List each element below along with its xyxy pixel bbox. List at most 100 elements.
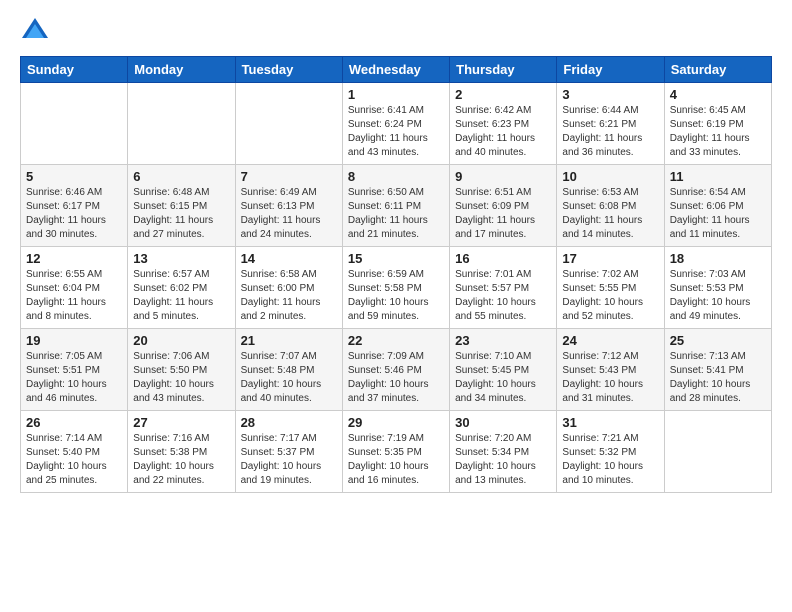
page: SundayMondayTuesdayWednesdayThursdayFrid… (0, 0, 792, 612)
day-number: 4 (670, 87, 766, 102)
day-cell-18: 18 Sunrise: 7:03 AM Sunset: 5:53 PM Dayli… (664, 247, 771, 329)
weekday-header-monday: Monday (128, 57, 235, 83)
week-row-3: 12 Sunrise: 6:55 AM Sunset: 6:04 PM Dayli… (21, 247, 772, 329)
day-info: Sunrise: 6:57 AM Sunset: 6:02 PM Dayligh… (133, 268, 229, 324)
day-cell-8: 8 Sunrise: 6:50 AM Sunset: 6:11 PM Daylig… (342, 165, 449, 247)
day-number: 31 (562, 415, 658, 430)
day-info: Sunrise: 6:42 AM Sunset: 6:23 PM Dayligh… (455, 104, 551, 160)
day-number: 3 (562, 87, 658, 102)
day-cell-31: 31 Sunrise: 7:21 AM Sunset: 5:32 PM Dayli… (557, 411, 664, 493)
day-info: Sunrise: 6:45 AM Sunset: 6:19 PM Dayligh… (670, 104, 766, 160)
day-info: Sunrise: 7:20 AM Sunset: 5:34 PM Dayligh… (455, 432, 551, 488)
day-info: Sunrise: 7:03 AM Sunset: 5:53 PM Dayligh… (670, 268, 766, 324)
week-row-5: 26 Sunrise: 7:14 AM Sunset: 5:40 PM Dayli… (21, 411, 772, 493)
day-number: 2 (455, 87, 551, 102)
day-number: 25 (670, 333, 766, 348)
day-number: 8 (348, 169, 444, 184)
weekday-header-tuesday: Tuesday (235, 57, 342, 83)
day-number: 6 (133, 169, 229, 184)
day-info: Sunrise: 7:09 AM Sunset: 5:46 PM Dayligh… (348, 350, 444, 406)
day-cell-5: 5 Sunrise: 6:46 AM Sunset: 6:17 PM Daylig… (21, 165, 128, 247)
day-info: Sunrise: 7:13 AM Sunset: 5:41 PM Dayligh… (670, 350, 766, 406)
day-info: Sunrise: 7:19 AM Sunset: 5:35 PM Dayligh… (348, 432, 444, 488)
day-number: 23 (455, 333, 551, 348)
weekday-header-saturday: Saturday (664, 57, 771, 83)
day-number: 12 (26, 251, 122, 266)
day-number: 19 (26, 333, 122, 348)
day-cell-15: 15Sunrise: 6:59 AM Sunset: 5:58 PM Dayli… (342, 247, 449, 329)
day-info: Sunrise: 6:51 AM Sunset: 6:09 PM Dayligh… (455, 186, 551, 242)
empty-cell (664, 411, 771, 493)
day-number: 18 (670, 251, 766, 266)
day-cell-28: 28 Sunrise: 7:17 AM Sunset: 5:37 PM Dayli… (235, 411, 342, 493)
day-info: Sunrise: 7:01 AM Sunset: 5:57 PM Dayligh… (455, 268, 551, 324)
day-info: Sunrise: 6:44 AM Sunset: 6:21 PM Dayligh… (562, 104, 658, 160)
day-number: 27 (133, 415, 229, 430)
day-info: Sunrise: 7:06 AM Sunset: 5:50 PM Dayligh… (133, 350, 229, 406)
day-cell-26: 26 Sunrise: 7:14 AM Sunset: 5:40 PM Dayli… (21, 411, 128, 493)
week-row-4: 19 Sunrise: 7:05 AM Sunset: 5:51 PM Dayli… (21, 329, 772, 411)
day-number: 14 (241, 251, 337, 266)
day-info: Sunrise: 6:58 AM Sunset: 6:00 PM Dayligh… (241, 268, 337, 324)
day-number: 1 (348, 87, 444, 102)
day-cell-13: 13 Sunrise: 6:57 AM Sunset: 6:02 PM Dayli… (128, 247, 235, 329)
day-cell-24: 24 Sunrise: 7:12 AM Sunset: 5:43 PM Dayli… (557, 329, 664, 411)
day-cell-6: 6 Sunrise: 6:48 AM Sunset: 6:15 PM Daylig… (128, 165, 235, 247)
day-cell-20: 20 Sunrise: 7:06 AM Sunset: 5:50 PM Dayli… (128, 329, 235, 411)
day-number: 17 (562, 251, 658, 266)
day-cell-30: 30 Sunrise: 7:20 AM Sunset: 5:34 PM Dayli… (450, 411, 557, 493)
day-cell-17: 17Sunrise: 7:02 AM Sunset: 5:55 PM Dayli… (557, 247, 664, 329)
day-info: Sunrise: 6:55 AM Sunset: 6:04 PM Dayligh… (26, 268, 122, 324)
day-cell-23: 23 Sunrise: 7:10 AM Sunset: 5:45 PM Dayli… (450, 329, 557, 411)
week-row-2: 5 Sunrise: 6:46 AM Sunset: 6:17 PM Daylig… (21, 165, 772, 247)
day-info: Sunrise: 7:17 AM Sunset: 5:37 PM Dayligh… (241, 432, 337, 488)
calendar-table: SundayMondayTuesdayWednesdayThursdayFrid… (20, 56, 772, 493)
day-info: Sunrise: 7:14 AM Sunset: 5:40 PM Dayligh… (26, 432, 122, 488)
day-cell-9: 9Sunrise: 6:51 AM Sunset: 6:09 PM Daylig… (450, 165, 557, 247)
weekday-header-wednesday: Wednesday (342, 57, 449, 83)
day-cell-11: 11Sunrise: 6:54 AM Sunset: 6:06 PM Dayli… (664, 165, 771, 247)
week-row-1: 1 Sunrise: 6:41 AM Sunset: 6:24 PM Daylig… (21, 83, 772, 165)
day-number: 26 (26, 415, 122, 430)
day-info: Sunrise: 7:12 AM Sunset: 5:43 PM Dayligh… (562, 350, 658, 406)
day-number: 20 (133, 333, 229, 348)
day-cell-22: 22Sunrise: 7:09 AM Sunset: 5:46 PM Dayli… (342, 329, 449, 411)
day-info: Sunrise: 6:50 AM Sunset: 6:11 PM Dayligh… (348, 186, 444, 242)
day-number: 24 (562, 333, 658, 348)
day-cell-7: 7 Sunrise: 6:49 AM Sunset: 6:13 PM Daylig… (235, 165, 342, 247)
logo-icon (20, 16, 50, 46)
day-number: 7 (241, 169, 337, 184)
day-cell-25: 25 Sunrise: 7:13 AM Sunset: 5:41 PM Dayli… (664, 329, 771, 411)
day-number: 10 (562, 169, 658, 184)
day-cell-14: 14 Sunrise: 6:58 AM Sunset: 6:00 PM Dayli… (235, 247, 342, 329)
day-cell-12: 12 Sunrise: 6:55 AM Sunset: 6:04 PM Dayli… (21, 247, 128, 329)
day-number: 16 (455, 251, 551, 266)
day-info: Sunrise: 7:21 AM Sunset: 5:32 PM Dayligh… (562, 432, 658, 488)
day-info: Sunrise: 7:05 AM Sunset: 5:51 PM Dayligh… (26, 350, 122, 406)
empty-cell (128, 83, 235, 165)
empty-cell (235, 83, 342, 165)
weekday-header-row: SundayMondayTuesdayWednesdayThursdayFrid… (21, 57, 772, 83)
day-info: Sunrise: 7:16 AM Sunset: 5:38 PM Dayligh… (133, 432, 229, 488)
day-cell-4: 4 Sunrise: 6:45 AM Sunset: 6:19 PM Daylig… (664, 83, 771, 165)
day-number: 28 (241, 415, 337, 430)
day-cell-21: 21 Sunrise: 7:07 AM Sunset: 5:48 PM Dayli… (235, 329, 342, 411)
day-info: Sunrise: 7:07 AM Sunset: 5:48 PM Dayligh… (241, 350, 337, 406)
empty-cell (21, 83, 128, 165)
day-number: 21 (241, 333, 337, 348)
weekday-header-thursday: Thursday (450, 57, 557, 83)
day-number: 5 (26, 169, 122, 184)
day-info: Sunrise: 6:41 AM Sunset: 6:24 PM Dayligh… (348, 104, 444, 160)
day-info: Sunrise: 6:49 AM Sunset: 6:13 PM Dayligh… (241, 186, 337, 242)
day-cell-27: 27 Sunrise: 7:16 AM Sunset: 5:38 PM Dayli… (128, 411, 235, 493)
weekday-header-friday: Friday (557, 57, 664, 83)
day-number: 13 (133, 251, 229, 266)
day-info: Sunrise: 6:59 AM Sunset: 5:58 PM Dayligh… (348, 268, 444, 324)
day-info: Sunrise: 7:10 AM Sunset: 5:45 PM Dayligh… (455, 350, 551, 406)
day-info: Sunrise: 6:46 AM Sunset: 6:17 PM Dayligh… (26, 186, 122, 242)
day-number: 29 (348, 415, 444, 430)
day-number: 30 (455, 415, 551, 430)
day-cell-2: 2 Sunrise: 6:42 AM Sunset: 6:23 PM Daylig… (450, 83, 557, 165)
day-info: Sunrise: 6:48 AM Sunset: 6:15 PM Dayligh… (133, 186, 229, 242)
day-number: 11 (670, 169, 766, 184)
